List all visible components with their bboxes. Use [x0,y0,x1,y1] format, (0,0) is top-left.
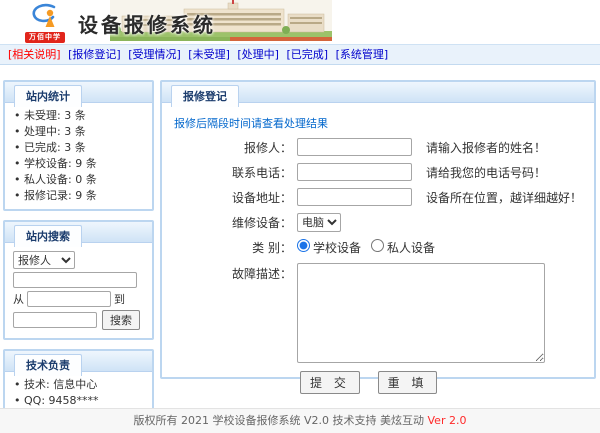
search-field-select[interactable]: 报修人 [13,251,75,269]
stats-list: 未受理: 3 条 处理中: 3 条 已完成: 3 条 学校设备: 9 条 私人设… [13,108,146,204]
reset-button[interactable]: 重 填 [378,371,438,394]
address-input[interactable] [297,188,412,206]
search-box-header: 站内搜索 [5,222,152,243]
category-option-school[interactable]: 学校设备 [297,239,361,256]
form-row-description: 故障描述： [162,263,594,363]
fault-description-textarea[interactable] [297,263,545,363]
category-radio-school[interactable] [297,239,310,252]
phone-label: 联系电话： [162,164,297,181]
stat-item-private-devices: 私人设备: 0 条 [13,172,146,188]
device-select[interactable]: 电脑 [297,213,341,232]
version-text: Ver 2.0 [428,414,467,427]
form-row-reporter: 报修人： 请输入报修者的姓名！ [162,138,594,156]
category-label: 类 别： [162,239,297,256]
address-hint: 设备所在位置，越详细越好！ [426,189,582,206]
reporter-input[interactable] [297,138,412,156]
stat-item-school-devices: 学校设备: 9 条 [13,156,146,172]
search-date-from-input[interactable] [27,291,111,307]
search-to-label: 到 [114,291,125,307]
submit-button[interactable]: 提 交 [300,371,360,394]
category-radio-private[interactable] [371,239,384,252]
support-box-title: 技术负责 [14,354,82,376]
nav-link-acceptance-status[interactable]: [受理情况] [128,48,181,61]
form-row-device: 维修设备： 电脑 [162,213,594,232]
stats-box: 站内统计 未受理: 3 条 处理中: 3 条 已完成: 3 条 学校设备: 9 … [3,80,154,211]
sidebar: 站内统计 未受理: 3 条 处理中: 3 条 已完成: 3 条 学校设备: 9 … [3,80,154,433]
page-title: 设备报修系统 [78,9,216,38]
nav-link-unaccepted[interactable]: [未受理] [188,48,230,61]
copyright-text: 版权所有 2021 学校设备报修系统 V2.0 技术支持 美炫互动 [134,414,425,427]
panel-tab-repair-register[interactable]: 报修登记 [171,85,239,107]
stats-box-header: 站内统计 [5,82,152,103]
form-buttons: 提 交 重 填 [300,371,594,394]
search-from-label: 从 [13,291,24,307]
search-keyword-input[interactable] [13,272,137,288]
stats-box-body: 未受理: 3 条 处理中: 3 条 已完成: 3 条 学校设备: 9 条 私人设… [5,103,152,209]
search-box-title: 站内搜索 [14,225,82,247]
form-row-category: 类 别： 学校设备 私人设备 [162,239,594,256]
header: 万佰中学 [0,0,600,43]
panel-header: 报修登记 [162,82,594,103]
category-option-private[interactable]: 私人设备 [371,239,435,256]
stats-box-title: 站内统计 [14,85,82,107]
support-box-header: 技术负责 [5,351,152,372]
nav-link-repair-register[interactable]: [报修登记] [68,48,121,61]
nav-link-system-admin[interactable]: [系统管理] [336,48,389,61]
notice-text: 报修后隔段时间请查看处理结果 [174,115,594,131]
search-box: 站内搜索 报修人 从 到 搜索 [3,220,154,340]
nav-link-completed[interactable]: [已完成] [286,48,328,61]
reporter-label: 报修人： [162,139,297,156]
logo: 万佰中学 [14,2,76,40]
footer: 版权所有 2021 学校设备报修系统 V2.0 技术支持 美炫互动 Ver 2.… [0,408,600,433]
device-label: 维修设备： [162,214,297,231]
form-row-phone: 联系电话： 请给我您的电话号码！ [162,163,594,181]
description-label: 故障描述： [162,263,297,282]
phone-hint: 请给我您的电话号码！ [426,164,546,181]
reporter-hint: 请输入报修者的姓名！ [426,139,546,156]
repair-register-panel: 报修登记 报修后隔段时间请查看处理结果 报修人： 请输入报修者的姓名！ 联系电话… [160,80,596,379]
search-button[interactable]: 搜索 [102,310,140,330]
stat-item-repair-records: 报修记录: 9 条 [13,188,146,204]
support-item-qq: QQ: 9458**** [13,393,146,409]
school-badge: 万佰中学 [25,32,65,43]
search-box-body: 报修人 从 到 搜索 [5,243,152,338]
search-date-to-input[interactable] [13,312,97,328]
nav-link-instructions[interactable]: [相关说明] [8,48,61,61]
phone-input[interactable] [297,163,412,181]
panel-body: 报修后隔段时间请查看处理结果 报修人： 请输入报修者的姓名！ 联系电话： 请给我… [162,103,594,396]
support-item-tech: 技术: 信息中心 [13,377,146,393]
app-window: 万佰中学 [0,0,600,433]
logo-icon [27,2,63,28]
stat-item-unaccepted: 未受理: 3 条 [13,108,146,124]
nav-link-in-progress[interactable]: [处理中] [237,48,279,61]
stat-item-in-progress: 处理中: 3 条 [13,124,146,140]
address-label: 设备地址： [162,189,297,206]
form-row-address: 设备地址： 设备所在位置，越详细越好！ [162,188,594,206]
stat-item-completed: 已完成: 3 条 [13,140,146,156]
main-nav: [相关说明] [报修登记] [受理情况] [未受理] [处理中] [已完成] [… [0,44,600,65]
